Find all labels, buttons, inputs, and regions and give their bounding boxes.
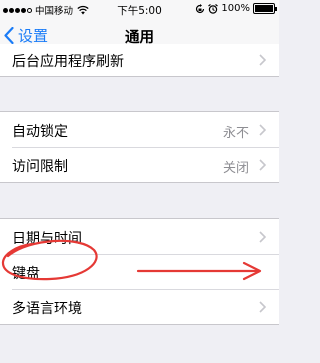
alarm-icon bbox=[208, 3, 219, 14]
cell-label: 访问限制 bbox=[12, 159, 68, 175]
cell-label: 后台应用程序刷新 bbox=[12, 54, 124, 70]
chevron-right-icon bbox=[259, 54, 266, 66]
international-group: 日期与时间 键盘 多语言环境 bbox=[0, 218, 279, 325]
lock-settings-group: 自动锁定 永不 访问限制 关闭 bbox=[0, 111, 279, 183]
chevron-right-icon bbox=[259, 124, 266, 136]
cell-label: 日期与时间 bbox=[12, 231, 82, 247]
lock-rotation-icon bbox=[196, 3, 205, 13]
chevron-right-icon bbox=[259, 159, 266, 171]
status-bar: 中国移动 下午5:00 100% bbox=[0, 0, 279, 20]
background-refresh-group: 后台应用程序刷新 bbox=[0, 44, 279, 77]
cell-keyboard[interactable]: 键盘 bbox=[0, 254, 279, 289]
cell-value: 关闭 bbox=[222, 161, 249, 176]
cell-label: 多语言环境 bbox=[12, 301, 82, 317]
chevron-right-icon bbox=[259, 301, 266, 313]
cell-background-app-refresh[interactable]: 后台应用程序刷新 bbox=[0, 44, 279, 76]
chevron-right-icon bbox=[259, 231, 266, 243]
battery-percent: 100% bbox=[221, 3, 250, 14]
battery-icon bbox=[253, 3, 277, 14]
cell-value: 永不 bbox=[222, 126, 249, 141]
status-right: 100% bbox=[195, 3, 277, 14]
cell-restrictions[interactable]: 访问限制 关闭 bbox=[0, 147, 279, 182]
cell-language-region[interactable]: 多语言环境 bbox=[0, 289, 279, 324]
cell-date-time[interactable]: 日期与时间 bbox=[0, 219, 279, 254]
cell-label: 键盘 bbox=[12, 266, 40, 282]
cell-label: 自动锁定 bbox=[12, 124, 68, 140]
cell-auto-lock[interactable]: 自动锁定 永不 bbox=[0, 112, 279, 147]
